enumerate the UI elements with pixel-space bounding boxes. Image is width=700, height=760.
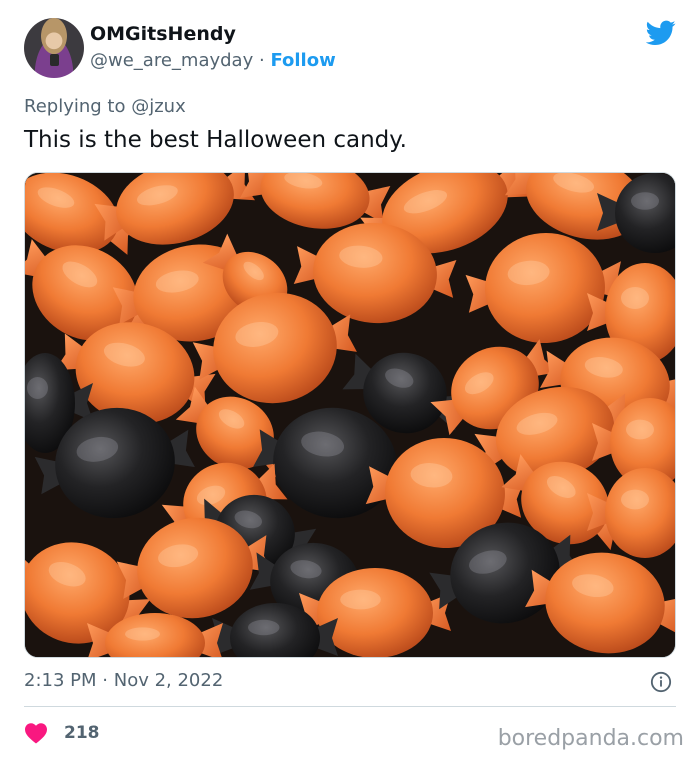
author-handle-row: @we_are_mayday · Follow <box>90 49 336 73</box>
follow-button[interactable]: Follow <box>270 50 335 71</box>
like-action[interactable]: 218 <box>24 721 100 745</box>
author-names: OMGitsHendy @we_are_mayday · Follow <box>90 22 336 73</box>
candy-photo <box>25 173 675 657</box>
watermark: boredpanda.com <box>497 726 684 751</box>
tweet-time: 2:13 PM <box>24 670 97 691</box>
author-avatar[interactable] <box>24 18 84 78</box>
reply-mention-link[interactable]: @jzux <box>131 96 186 117</box>
replying-to: Replying to @jzux <box>24 96 186 118</box>
tweet-header: OMGitsHendy @we_are_mayday · Follow <box>24 16 676 80</box>
tweet-timestamp[interactable]: 2:13 PM · Nov 2, 2022 <box>24 670 223 692</box>
divider <box>24 706 676 707</box>
tweet-photo[interactable] <box>24 172 676 658</box>
replying-to-label: Replying to <box>24 96 126 117</box>
tweet-date: Nov 2, 2022 <box>113 670 224 691</box>
author-handle[interactable]: @we_are_mayday <box>90 50 253 71</box>
author-display-name[interactable]: OMGitsHendy <box>90 22 336 46</box>
twitter-bird-icon[interactable] <box>646 20 676 46</box>
heart-icon[interactable] <box>24 722 48 744</box>
info-icon[interactable] <box>650 671 672 693</box>
timestamp-separator: · <box>102 670 108 691</box>
tweet-text: This is the best Halloween candy. <box>24 127 407 153</box>
handle-separator: · <box>258 50 265 71</box>
like-count: 218 <box>64 723 100 743</box>
tweet-card: OMGitsHendy @we_are_mayday · Follow Repl… <box>0 0 700 760</box>
